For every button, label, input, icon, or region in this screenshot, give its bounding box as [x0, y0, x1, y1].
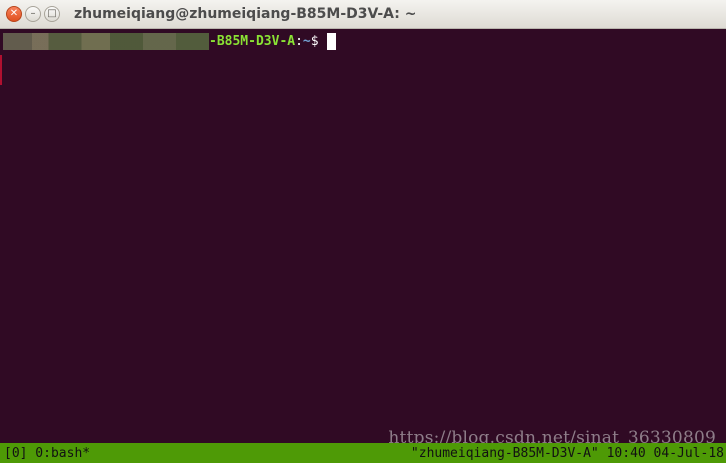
minimize-window-button[interactable]: –	[25, 6, 41, 22]
window-controls: ✕ – □	[6, 6, 60, 22]
prompt-line: -B85M-D3V-A : ~ $	[3, 32, 336, 50]
prompt-directory: ~	[302, 33, 311, 49]
redacted-username	[3, 32, 209, 50]
window-title: zhumeiqiang@zhumeiqiang-B85M-D3V-A: ~	[74, 6, 417, 22]
prompt-separator: :	[295, 33, 303, 49]
prompt-host: -B85M-D3V-A	[209, 33, 296, 49]
prompt-symbol: $	[310, 33, 319, 49]
tmux-status-bar: [0] 0:bash* "zhumeiqiang-B85M-D3V-A" 10:…	[0, 443, 726, 463]
status-window-list[interactable]: [0] 0:bash*	[4, 446, 90, 461]
status-host-time: "zhumeiqiang-B85M-D3V-A" 10:40 04-Jul-18	[410, 445, 724, 461]
text-cursor	[326, 32, 336, 50]
scroll-marker	[0, 55, 2, 85]
close-window-button[interactable]: ✕	[6, 6, 22, 22]
window-titlebar[interactable]: ✕ – □ zhumeiqiang@zhumeiqiang-B85M-D3V-A…	[0, 0, 726, 29]
maximize-window-button[interactable]: □	[44, 6, 60, 22]
terminal-area[interactable]: -B85M-D3V-A : ~ $	[0, 29, 726, 443]
